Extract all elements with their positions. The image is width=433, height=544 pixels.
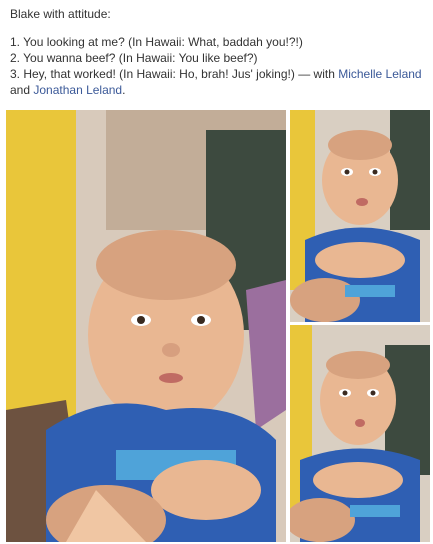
photo-main[interactable] — [6, 110, 286, 542]
caption-line-4: and Jonathan Leland. — [10, 82, 425, 98]
caption-gap — [10, 22, 425, 34]
photo-top-right[interactable] — [290, 110, 430, 322]
baby-photo-top — [290, 110, 430, 322]
photo-bottom-right[interactable] — [290, 325, 430, 542]
photo-post: Blake with attitude: 1. You looking at m… — [0, 0, 433, 544]
tagged-person-jonathan[interactable]: Jonathan Leland — [33, 83, 122, 97]
with-text: — with — [294, 67, 339, 81]
caption-period: . — [122, 83, 126, 97]
baby-photo-main — [6, 110, 286, 542]
caption-line-3-text: 3. Hey, that worked! (In Hawaii: Ho, bra… — [10, 67, 295, 81]
post-caption: Blake with attitude: 1. You looking at m… — [10, 6, 425, 98]
caption-line-1: 1. You looking at me? (In Hawaii: What, … — [10, 35, 303, 49]
caption-line-2: 2. You wanna beef? (In Hawaii: You like … — [10, 51, 258, 65]
baby-photo-bottom — [290, 325, 430, 542]
post-title: Blake with attitude: — [10, 7, 111, 21]
and-text: and — [10, 83, 34, 97]
caption-line-3: 3. Hey, that worked! (In Hawaii: Ho, bra… — [10, 66, 425, 82]
tagged-person-michelle[interactable]: Michelle Leland — [338, 67, 421, 81]
